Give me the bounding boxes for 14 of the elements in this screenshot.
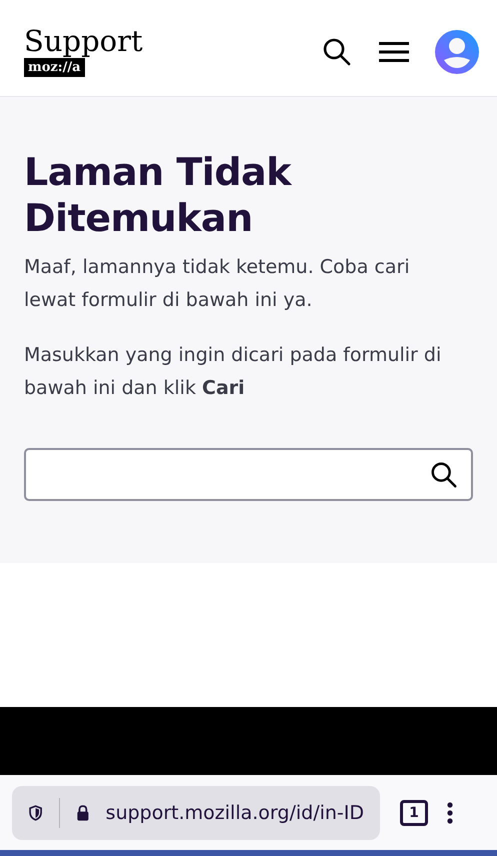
address-bar[interactable]: support.mozilla.org/id/in-ID bbox=[12, 786, 380, 840]
search-icon[interactable] bbox=[321, 36, 353, 68]
search-field[interactable] bbox=[24, 448, 473, 501]
search-icon[interactable] bbox=[429, 460, 459, 490]
more-options-icon[interactable] bbox=[446, 800, 454, 824]
tab-count-button[interactable]: 1 bbox=[400, 800, 428, 826]
page-heading: Laman Tidak Ditemukan bbox=[24, 149, 293, 241]
url-text: support.mozilla.org/id/in-ID bbox=[106, 802, 364, 824]
paragraph: Maaf, lamannya tidak ketemu. Coba cari lewat formulir di bawah ini ya. bbox=[24, 255, 411, 313]
logo-badge[interactable]: moz://a bbox=[24, 58, 85, 77]
paragraph: Masukkan yang ingin dicari pada formulir di bawah ini dan klik Cari bbox=[24, 343, 442, 401]
avatar-icon[interactable] bbox=[435, 30, 479, 74]
menu-icon[interactable] bbox=[379, 40, 409, 62]
logo-title[interactable]: Support bbox=[24, 26, 143, 56]
